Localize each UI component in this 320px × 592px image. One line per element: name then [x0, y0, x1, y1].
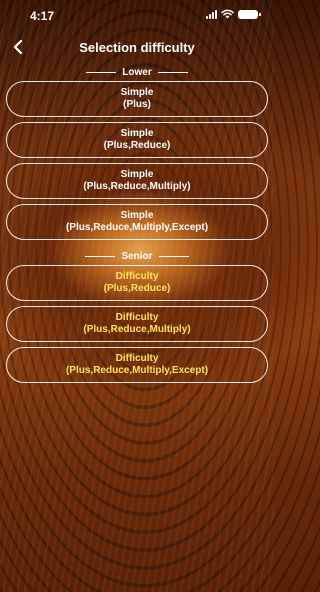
- section-header-senior: Senior: [0, 249, 274, 263]
- status-icons: [206, 9, 261, 19]
- section-label-senior: Senior: [121, 250, 153, 262]
- divider-line: [157, 71, 188, 73]
- option-operations: (Plus,Reduce): [103, 140, 171, 151]
- option-operations: (Plus,Reduce): [103, 283, 171, 294]
- option-difficulty-all[interactable]: Difficulty (Plus,Reduce,Multiply,Except): [6, 347, 268, 383]
- option-simple-all[interactable]: Simple (Plus,Reduce,Multiply,Except): [6, 204, 268, 240]
- battery-icon: [238, 9, 261, 19]
- option-simple-plus-reduce-multiply[interactable]: Simple (Plus,Reduce,Multiply): [6, 163, 268, 199]
- option-operations: (Plus,Reduce,Multiply): [83, 324, 191, 335]
- section-label-lower: Lower: [122, 66, 152, 78]
- option-difficulty-plus-reduce[interactable]: Difficulty (Plus,Reduce): [6, 265, 268, 301]
- status-bar: 4:17: [0, 0, 274, 30]
- option-difficulty-plus-reduce-multiply[interactable]: Difficulty (Plus,Reduce,Multiply): [6, 306, 268, 342]
- option-title: Difficulty: [115, 270, 159, 282]
- option-title: Simple: [120, 209, 154, 221]
- navigation-bar: Selection difficulty: [0, 36, 274, 60]
- wifi-icon: [221, 9, 234, 19]
- divider-line: [86, 71, 117, 73]
- option-title: Simple: [120, 127, 154, 139]
- divider-line: [85, 255, 116, 257]
- divider-line: [158, 255, 189, 257]
- status-time: 4:17: [30, 9, 55, 23]
- option-operations: (Plus,Reduce,Multiply,Except): [65, 222, 209, 233]
- page-title: Selection difficulty: [79, 40, 195, 55]
- option-simple-plus-reduce[interactable]: Simple (Plus,Reduce): [6, 122, 268, 158]
- option-title: Simple: [120, 168, 154, 180]
- option-operations: (Plus,Reduce,Multiply,Except): [65, 365, 209, 376]
- option-operations: (Plus): [123, 99, 151, 110]
- option-operations: (Plus,Reduce,Multiply): [83, 181, 191, 192]
- option-title: Difficulty: [115, 311, 159, 323]
- option-title: Simple: [120, 86, 154, 98]
- option-simple-plus[interactable]: Simple (Plus): [6, 81, 268, 117]
- option-title: Difficulty: [115, 352, 159, 364]
- signal-icon: [206, 9, 217, 19]
- section-header-lower: Lower: [0, 65, 274, 79]
